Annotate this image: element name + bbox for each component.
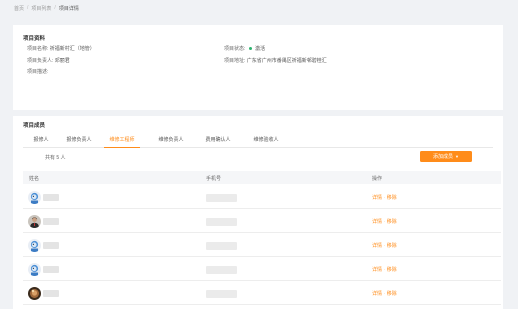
breadcrumb-home[interactable]: 首页 <box>14 5 24 12</box>
avatar <box>28 215 41 228</box>
member-total-count: 共有 5 人 <box>45 155 66 161</box>
member-phone-blurred <box>206 218 237 226</box>
row-actions: 详情 · 移除 <box>372 194 397 201</box>
breadcrumb: 首页 / 项目列表 / 项目详情 <box>14 4 79 12</box>
detail-link[interactable]: 详情 <box>372 291 382 297</box>
project-address-label: 项目地址: <box>224 58 246 64</box>
project-team-card: 项目成员 报修人 报修负责人 维修工程师 维修负责人 费用确认人 维修验收人 共… <box>13 116 503 309</box>
member-name-blurred <box>43 194 59 201</box>
detail-link[interactable]: 详情 <box>372 267 382 273</box>
avatar <box>28 191 41 204</box>
avatar <box>28 287 41 300</box>
project-owner-label: 项目负责人: <box>27 58 54 64</box>
chevron-down-icon: ▼ <box>455 154 459 159</box>
tab-acceptance-inspector[interactable]: 维修验收人 <box>248 136 284 148</box>
action-separator: · <box>383 267 386 273</box>
member-name-blurred <box>43 218 59 225</box>
action-separator: · <box>383 195 386 201</box>
project-owner-field: 项目负责人: 邓丽君 <box>27 57 70 64</box>
project-address-field: 项目地址: 广东省广州市番禺区祈福新邨碧桂汇 <box>224 57 327 64</box>
remove-link[interactable]: 移除 <box>387 243 397 249</box>
detail-link[interactable]: 详情 <box>372 195 382 201</box>
project-desc-label: 项目描述: <box>27 69 49 75</box>
tab-repair-engineer[interactable]: 维修工程师 <box>104 136 140 148</box>
tab-repair-manager[interactable]: 维修负责人 <box>153 136 189 148</box>
project-status-field: 项目状态: 激活 <box>224 45 265 52</box>
project-address-value: 广东省广州市番禺区祈福新邨碧桂汇 <box>246 58 327 64</box>
breadcrumb-separator: / <box>27 5 29 11</box>
column-header-ops: 操作 <box>372 175 383 182</box>
remove-link[interactable]: 移除 <box>387 219 397 225</box>
add-member-button[interactable]: 添加成员 ▼ <box>420 151 472 162</box>
project-team-title: 项目成员 <box>23 123 46 129</box>
member-phone-blurred <box>206 266 237 274</box>
table-row: 详情 · 移除 <box>23 235 501 257</box>
remove-link[interactable]: 移除 <box>387 291 397 297</box>
member-name-blurred <box>43 266 59 273</box>
project-status-value: 激活 <box>255 46 266 52</box>
column-header-name: 姓名 <box>29 175 40 182</box>
project-name-value: 祈福新村汇（地管） <box>49 46 95 52</box>
row-actions: 详情 · 移除 <box>372 266 397 273</box>
tab-reporter[interactable]: 报修人 <box>28 136 54 148</box>
project-status-label: 项目状态: <box>224 46 246 52</box>
tab-cost-confirmer[interactable]: 费用确认人 <box>200 136 236 148</box>
action-separator: · <box>383 291 386 297</box>
breadcrumb-separator: / <box>54 5 56 11</box>
avatar <box>28 239 41 252</box>
member-name-blurred <box>43 290 59 297</box>
table-row: 详情 · 移除 <box>23 211 501 233</box>
action-separator: · <box>383 219 386 225</box>
member-role-tabs: 报修人 报修负责人 维修工程师 维修负责人 费用确认人 维修验收人 <box>23 134 493 148</box>
row-actions: 详情 · 移除 <box>372 290 397 297</box>
table-row: 详情 · 移除 <box>23 187 501 209</box>
project-desc-field: 项目描述: <box>27 68 48 75</box>
row-actions: 详情 · 移除 <box>372 218 397 225</box>
member-table-header: 姓名 手机号 操作 <box>23 171 501 184</box>
project-owner-value: 邓丽君 <box>54 58 70 64</box>
member-name-blurred <box>43 242 59 249</box>
row-actions: 详情 · 移除 <box>372 242 397 249</box>
project-info-card: 项目资料 项目名称: 祈福新村汇（地管） 项目状态: 激活 项目负责人: 邓丽君… <box>13 25 503 110</box>
project-name-field: 项目名称: 祈福新村汇（地管） <box>27 45 95 52</box>
table-row: 详情 · 移除 <box>23 259 501 281</box>
breadcrumb-list[interactable]: 项目列表 <box>31 5 51 12</box>
action-separator: · <box>383 243 386 249</box>
table-row: 详情 · 移除 <box>23 283 501 305</box>
project-name-label: 项目名称: <box>27 46 49 52</box>
member-phone-blurred <box>206 242 237 250</box>
remove-link[interactable]: 移除 <box>387 267 397 273</box>
project-info-title: 项目资料 <box>23 36 46 42</box>
breadcrumb-current: 项目详情 <box>58 5 79 12</box>
status-dot-icon <box>248 46 252 50</box>
column-header-phone: 手机号 <box>206 175 222 182</box>
member-phone-blurred <box>206 194 237 202</box>
tab-reporter-manager[interactable]: 报修负责人 <box>61 136 97 148</box>
detail-link[interactable]: 详情 <box>372 219 382 225</box>
add-member-label: 添加成员 <box>433 154 454 160</box>
avatar <box>28 263 41 276</box>
member-phone-blurred <box>206 290 237 298</box>
detail-link[interactable]: 详情 <box>372 243 382 249</box>
remove-link[interactable]: 移除 <box>387 195 397 201</box>
